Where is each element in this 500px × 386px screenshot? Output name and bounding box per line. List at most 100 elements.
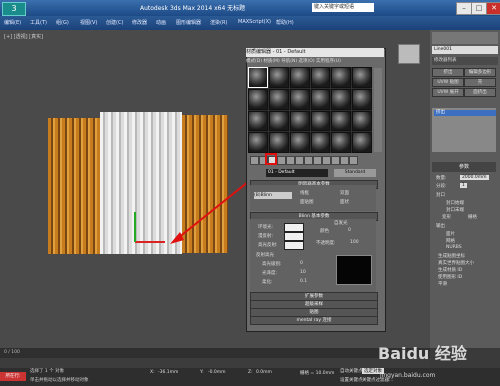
ambient-color-swatch[interactable]: [284, 223, 304, 232]
faceted-checkbox[interactable]: 面状: [340, 199, 349, 205]
grid-radio[interactable]: 栅格: [468, 214, 477, 220]
material-slot[interactable]: [248, 67, 268, 88]
z-coord-field[interactable]: 0.0mm: [256, 370, 272, 375]
material-slot[interactable]: [268, 132, 289, 153]
edit-poly-button[interactable]: 编辑多边形: [464, 68, 496, 77]
output-group-label: 输出: [436, 224, 445, 229]
frame-counter: 0 / 100: [4, 350, 20, 355]
go-sibling-icon[interactable]: [349, 156, 358, 165]
cap-end-checkbox[interactable]: 封口末端: [446, 207, 464, 213]
y-coord-field[interactable]: -0.0mm: [208, 370, 226, 375]
material-slot[interactable]: [289, 88, 310, 110]
two-sided-checkbox[interactable]: 双面: [340, 190, 349, 196]
glossiness-value[interactable]: 10: [300, 270, 306, 275]
material-slot[interactable]: [248, 132, 268, 153]
specular-level-value[interactable]: 0: [300, 261, 303, 266]
material-slot[interactable]: [331, 88, 352, 110]
segments-label: 分段:: [436, 184, 447, 189]
material-editor-menu[interactable]: 模式(D) 材质(M) 导航(N) 选项(O) 实用程序(U): [246, 57, 384, 66]
diffuse-color-swatch[interactable]: [284, 232, 304, 241]
material-slot[interactable]: [352, 88, 372, 110]
specular-level-label: 高光级别:: [262, 262, 282, 267]
material-slot[interactable]: [352, 110, 372, 132]
wire-checkbox[interactable]: 线框: [300, 190, 309, 196]
self-illum-value[interactable]: 0: [348, 228, 351, 233]
parameters-rollout[interactable]: 参数: [432, 162, 496, 172]
material-slot[interactable]: [248, 110, 268, 132]
material-editor-title[interactable]: 材质编辑器 - 01 - Default: [246, 48, 384, 57]
amount-field[interactable]: 2000.0mm: [460, 175, 489, 180]
highlight-curve-preview: [336, 255, 372, 285]
gen-mat-ids-checkbox[interactable]: 生成材质 ID: [438, 267, 462, 273]
output-patch-radio[interactable]: 面片: [446, 231, 455, 237]
specular-label: 高光反射:: [258, 243, 278, 248]
material-slot[interactable]: [331, 67, 352, 88]
material-slot[interactable]: [331, 110, 352, 132]
maxscript-listener[interactable]: 所在行:: [0, 372, 26, 381]
soften-value[interactable]: 0.1: [300, 279, 307, 284]
effects-channel-icon[interactable]: [313, 156, 322, 165]
show-result-icon[interactable]: [331, 156, 340, 165]
opacity-value[interactable]: 100: [350, 240, 359, 245]
material-slot[interactable]: [352, 67, 372, 88]
ambient-label: 环境光:: [258, 225, 274, 230]
face-map-checkbox[interactable]: 面贴图: [300, 199, 314, 205]
material-type-button[interactable]: Standard: [334, 169, 376, 177]
copy-material-icon[interactable]: [286, 156, 295, 165]
track-bar[interactable]: [0, 358, 430, 368]
get-material-icon[interactable]: [250, 156, 259, 165]
mental-ray-rollout[interactable]: mental ray 连接: [250, 316, 378, 325]
cap-group-label: 封口: [436, 193, 445, 198]
unique-icon[interactable]: [295, 156, 304, 165]
material-slot[interactable]: [289, 132, 310, 153]
specular-color-swatch[interactable]: [284, 241, 304, 250]
cap-start-checkbox[interactable]: 封口始端: [446, 200, 464, 206]
library-icon[interactable]: [304, 156, 313, 165]
modifier-stack-item[interactable]: 挤出: [434, 110, 496, 116]
uvw-map-button[interactable]: UVW 贴图: [432, 78, 464, 87]
segments-field[interactable]: 1: [460, 183, 467, 188]
show-map-icon[interactable]: [322, 156, 331, 165]
material-slot[interactable]: [310, 132, 331, 153]
sample-type-toolbar[interactable]: [374, 68, 382, 152]
x-coord-field[interactable]: -36.1mm: [158, 370, 178, 375]
material-slot-grid: [248, 67, 372, 153]
object-name-field[interactable]: Line001: [432, 46, 498, 54]
output-nurbs-radio[interactable]: NURBS: [446, 245, 462, 250]
shader-dropdown[interactable]: (B)Blinn: [254, 192, 292, 199]
material-slot[interactable]: [310, 110, 331, 132]
x-coord-label: X:: [150, 370, 155, 375]
shell-button[interactable]: 壳: [464, 78, 496, 87]
smooth-checkbox[interactable]: 平滑: [438, 281, 447, 287]
material-name-field[interactable]: 01 - Default: [266, 169, 328, 177]
output-mesh-radio[interactable]: 网格: [446, 238, 455, 244]
material-slot[interactable]: [248, 88, 268, 110]
diffuse-label: 漫反射:: [258, 234, 274, 239]
gen-mapping-checkbox[interactable]: 生成贴图坐标: [438, 253, 465, 259]
face-extrude-button[interactable]: 面挤出: [464, 88, 496, 97]
unwrap-uvw-button[interactable]: UVW 展开: [432, 88, 464, 97]
modifier-list-dropdown[interactable]: 修改器列表: [432, 57, 498, 65]
material-slot[interactable]: [289, 67, 310, 88]
soften-label: 柔化:: [262, 280, 273, 285]
use-shape-ids-checkbox[interactable]: 使用图形 ID: [438, 274, 462, 280]
time-slider[interactable]: 0 / 100: [0, 348, 430, 358]
material-slot[interactable]: [352, 132, 372, 153]
material-slot[interactable]: [310, 88, 331, 110]
material-slot[interactable]: [289, 110, 310, 132]
go-parent-icon[interactable]: [340, 156, 349, 165]
auto-key-button[interactable]: 自动关键点: [340, 368, 363, 374]
material-slot[interactable]: [331, 132, 352, 153]
material-slot[interactable]: [268, 67, 289, 88]
reset-material-icon[interactable]: [277, 156, 286, 165]
material-slot[interactable]: [310, 67, 331, 88]
command-panel-tabs[interactable]: [432, 32, 498, 44]
material-slot[interactable]: [268, 110, 289, 132]
morph-radio[interactable]: 变形: [442, 214, 451, 220]
grid-size: 栅格 = 10.0mm: [300, 371, 335, 376]
assign-material-highlight: [265, 153, 277, 165]
material-slot[interactable]: [268, 88, 289, 110]
set-key-button[interactable]: 设置关键点: [340, 377, 363, 383]
extrude-button[interactable]: 挤出: [432, 68, 464, 77]
real-world-checkbox[interactable]: 真实世界贴图大小: [438, 260, 474, 266]
